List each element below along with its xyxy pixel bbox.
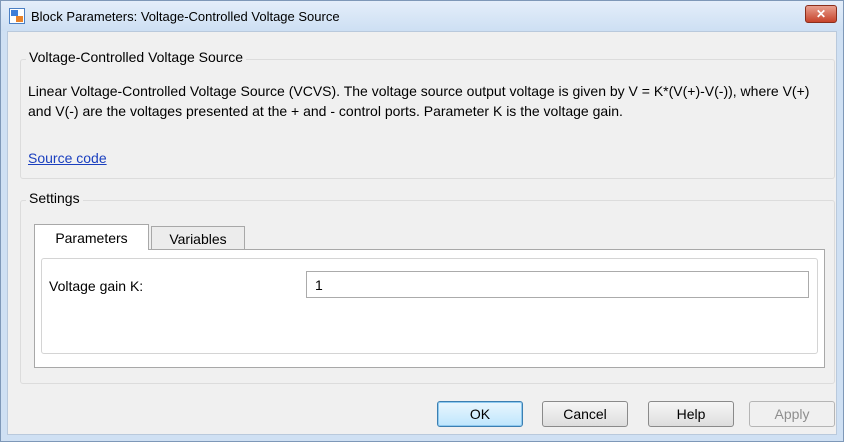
source-code-link[interactable]: Source code [28,150,107,166]
parameters-panel [34,249,825,368]
simulink-block-icon [9,8,25,24]
block-parameters-dialog: Block Parameters: Voltage-Controlled Vol… [0,0,844,442]
voltage-gain-input[interactable] [306,271,809,298]
ok-button[interactable]: OK [437,401,523,427]
block-description: Linear Voltage-Controlled Voltage Source… [28,83,810,119]
tab-variables[interactable]: Variables [151,226,245,250]
close-button[interactable]: ✕ [805,5,837,23]
tab-variables-label: Variables [169,230,227,247]
window-title: Block Parameters: Voltage-Controlled Vol… [31,8,340,24]
cancel-button[interactable]: Cancel [542,401,628,427]
tab-parameters-label: Parameters [55,229,128,246]
settings-title: Settings [26,190,83,206]
tab-parameters[interactable]: Parameters [34,224,149,250]
title-bar[interactable]: Block Parameters: Voltage-Controlled Vol… [1,1,843,31]
voltage-gain-label: Voltage gain K: [49,278,144,294]
help-button[interactable]: Help [648,401,734,427]
block-name-title: Voltage-Controlled Voltage Source [26,49,247,65]
apply-button[interactable]: Apply [749,401,835,427]
close-icon: ✕ [815,7,827,21]
